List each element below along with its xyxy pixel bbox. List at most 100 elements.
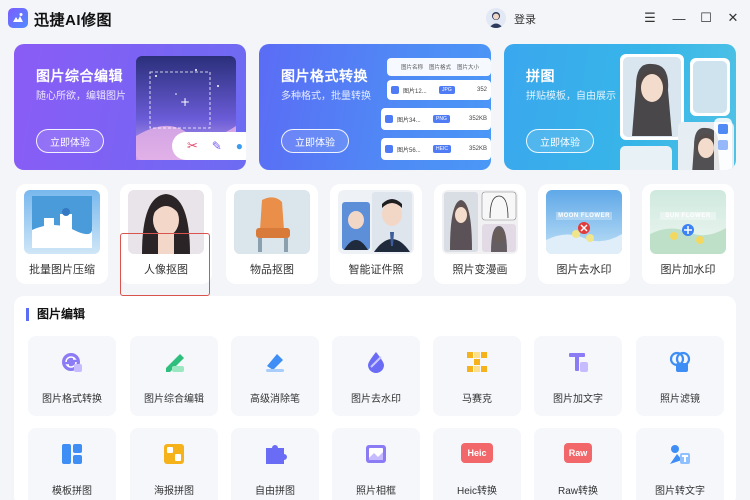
section-title: 图片编辑 (26, 308, 85, 321)
banner-subtitle: 随心所欲，编辑图片 (36, 91, 126, 102)
tool-label: 物品抠图 (250, 264, 294, 276)
tool-remove-watermark[interactable]: MOON FLOWER 图片去水印 (538, 184, 630, 284)
heic-icon: Heic (461, 443, 493, 463)
file-size: 352KB (468, 146, 487, 152)
poster-icon (164, 444, 184, 464)
title-bar: 迅捷AI修图 登录 ☰ — ☐ ✕ (0, 0, 750, 36)
format-badge: HEIC (433, 145, 451, 153)
edit-item-label: Heic转换 (456, 486, 497, 497)
file-size: 352 (476, 87, 487, 93)
banner-title: 拼图 (526, 68, 555, 84)
format-badge: JPG (439, 86, 455, 94)
tool-batch-compress[interactable]: 批量图片压缩 (16, 184, 108, 284)
svg-text:+: + (180, 95, 190, 109)
ocr-icon (670, 445, 690, 464)
edit-item-comprehensive-edit[interactable]: 图片综合编辑 (130, 336, 218, 416)
edit-item-mosaic[interactable]: 马赛克 (433, 336, 521, 416)
banner-title: 图片综合编辑 (36, 68, 123, 84)
checkbox-icon[interactable] (385, 115, 393, 123)
edit-toolbar: ✂ ✎ ● (172, 132, 246, 160)
watermark-text: SUN FLOWER (660, 212, 716, 220)
login-link[interactable]: 登录 (514, 11, 536, 27)
banner-title: 图片格式转换 (281, 68, 368, 84)
filter-icon (669, 351, 691, 372)
checkbox-icon[interactable] (391, 86, 399, 94)
try-now-button[interactable]: 立即体验 (36, 129, 104, 153)
edit-item-label: 海报拼图 (154, 486, 194, 497)
banner-collage[interactable]: 拼图 拼贴模板，自由展示 立即体验 (504, 44, 736, 170)
maximize-icon[interactable]: ☐ (697, 9, 715, 27)
app-logo-icon (8, 8, 28, 28)
selection-highlight (120, 233, 210, 296)
edit-item-format-convert[interactable]: 图片格式转换 (28, 336, 116, 416)
edit-item-poster-collage[interactable]: 海报拼图 (130, 428, 218, 500)
checkbox-icon[interactable] (385, 145, 393, 153)
tool-object-cutout[interactable]: 物品抠图 (226, 184, 318, 284)
edit-item-label: 高级消除笔 (250, 394, 300, 405)
table-header: 图片名称 图片格式 图片大小 (387, 58, 491, 76)
edit-item-heic-convert[interactable]: Heic Heic转换 (433, 428, 521, 500)
banner-subtitle: 拼贴模板，自由展示 (526, 91, 616, 102)
app-title: 迅捷AI修图 (34, 12, 113, 29)
template-icon (62, 444, 82, 464)
edit-icon (166, 354, 184, 372)
edit-item-label: 自由拼图 (255, 486, 295, 497)
edit-item-label: 照片滤镜 (660, 394, 700, 405)
mosaic-icon (467, 352, 487, 372)
file-name: 图片56... (397, 147, 421, 154)
brush-icon[interactable]: ✎ (212, 139, 222, 153)
drop-icon (368, 352, 384, 373)
heic-badge-text: Heic (467, 448, 487, 458)
tool-label: 智能证件照 (348, 264, 404, 276)
collage-photos-illustration (620, 54, 734, 170)
frame-icon (366, 445, 386, 463)
edit-item-remove-watermark[interactable]: 图片去水印 (332, 336, 420, 416)
edit-item-label: 模板拼图 (52, 486, 92, 497)
edit-item-free-collage[interactable]: 自由拼图 (231, 428, 319, 500)
tool-photo-to-comic[interactable]: 照片变漫画 (434, 184, 526, 284)
comic-thumbnail (442, 190, 518, 254)
edit-item-raw-convert[interactable]: Raw Raw转换 (534, 428, 622, 500)
tool-label: 批量图片压缩 (29, 264, 95, 276)
edit-item-template-collage[interactable]: 模板拼图 (28, 428, 116, 500)
avatar[interactable] (486, 8, 506, 28)
edit-item-eraser[interactable]: 高级消除笔 (231, 336, 319, 416)
table-header-cell: 图片名称 (401, 65, 424, 71)
banner-format-convert[interactable]: 图片格式转换 多种格式，批量转换 立即体验 图片名称 图片格式 图片大小 图片1… (259, 44, 491, 170)
raw-icon: Raw (564, 443, 592, 463)
scissors-icon[interactable]: ✂ (187, 138, 198, 154)
format-table: 图片名称 图片格式 图片大小 图片12... JPG 352 图片34... P… (381, 58, 491, 162)
drop-icon[interactable]: ● (236, 139, 243, 153)
tool-add-watermark[interactable]: SUN FLOWER 图片加水印 (642, 184, 734, 284)
table-header-cell: 图片大小 (457, 65, 480, 71)
table-row: 图片12... JPG 352 (387, 80, 491, 100)
menu-icon[interactable]: ☰ (641, 9, 659, 27)
try-now-button[interactable]: 立即体验 (281, 129, 349, 153)
table-row: 图片34... PNG 352KB (381, 108, 491, 130)
eraser-icon (266, 354, 284, 372)
edit-item-add-text[interactable]: 图片加文字 (534, 336, 622, 416)
puzzle-icon (266, 445, 287, 464)
object-thumbnail (234, 190, 310, 254)
edit-item-label: Raw转换 (557, 486, 598, 497)
file-size: 352KB (468, 116, 487, 122)
close-icon[interactable]: ✕ (724, 9, 742, 27)
compress-thumbnail (24, 190, 100, 254)
edit-item-filter[interactable]: 照片滤镜 (636, 336, 724, 416)
edit-item-label: 照片相框 (356, 486, 396, 497)
app-window: 迅捷AI修图 登录 ☰ — ☐ ✕ 图片综合编辑 随心所欲，编辑图片 立即体验 … (0, 0, 750, 500)
tool-id-photo[interactable]: 智能证件照 (330, 184, 422, 284)
edit-item-photo-frame[interactable]: 照片相框 (332, 428, 420, 500)
file-name: 图片34... (397, 117, 421, 124)
table-header-cell: 图片格式 (429, 65, 452, 71)
minimize-icon[interactable]: — (670, 9, 688, 27)
edit-item-label: 马赛克 (462, 394, 492, 405)
try-now-button[interactable]: 立即体验 (526, 129, 594, 153)
add-watermark-thumbnail: SUN FLOWER (650, 190, 726, 254)
tool-label: 照片变漫画 (452, 264, 508, 276)
edit-item-image-to-text[interactable]: 图片转文字 (636, 428, 724, 500)
watermark-text: MOON FLOWER (556, 212, 612, 220)
banner-image-edit[interactable]: 图片综合编辑 随心所欲，编辑图片 立即体验 + ✂ ✎ ● (14, 44, 246, 170)
edit-item-label: 图片转文字 (655, 486, 705, 497)
format-convert-icon (62, 353, 82, 372)
